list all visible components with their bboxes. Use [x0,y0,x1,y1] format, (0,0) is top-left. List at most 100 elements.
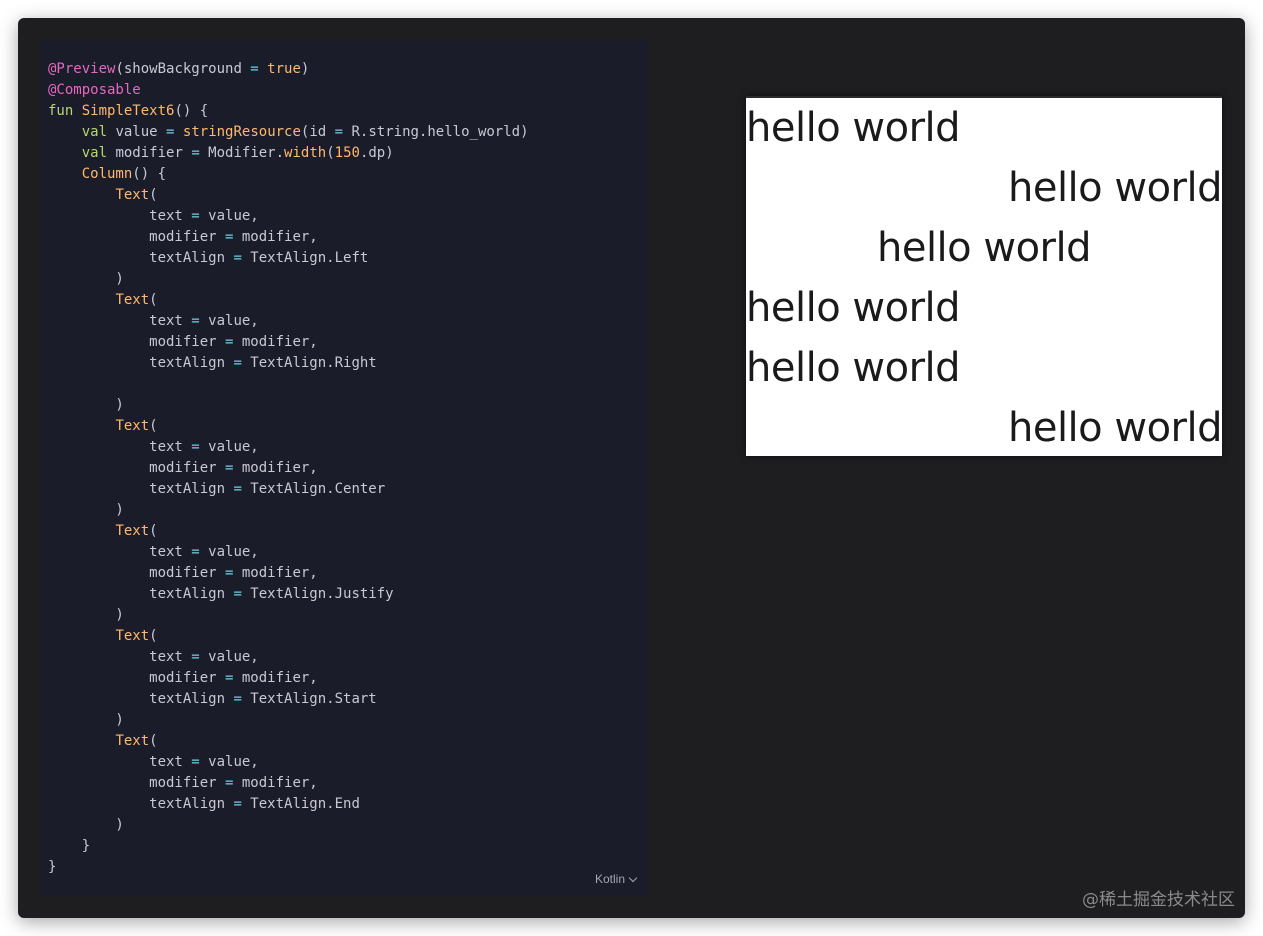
code-token: modifier, [233,460,318,476]
code-token: text [48,649,192,665]
code-token: (showBackground [115,61,251,77]
code-token: true [267,61,301,77]
code-line: modifier = modifier, [48,563,529,584]
code-token: textAlign [48,481,234,497]
code-line: modifier = modifier, [48,773,529,794]
code-token: 150 [334,145,360,161]
code-token: ( [149,523,158,539]
code-token: value, [199,649,259,665]
code-token: Text [115,628,150,644]
code-token: value, [199,544,259,560]
code-line: Text( [48,290,529,311]
code-token: = [233,355,242,371]
code-line: ) [48,815,529,836]
code-token: ) [48,397,124,413]
code-line: ) [48,395,529,416]
language-label: Kotlin [594,872,625,886]
code-line: textAlign = TextAlign.Start [48,689,529,710]
code-line: textAlign = TextAlign.End [48,794,529,815]
code-token: = [191,439,200,455]
code-line: text = value, [48,647,529,668]
code-token: Column [81,166,133,182]
code-token: modifier [48,460,226,476]
code-token: TextAlign.End [241,796,360,812]
code-line: ) [48,500,529,521]
code-token: modifier [48,229,226,245]
code-line: val modifier = Modifier.width(150.dp) [48,143,529,164]
code-token: fun [48,103,74,119]
code-token: value, [199,439,259,455]
code-line: @Composable [48,80,529,101]
code-token: = [191,208,200,224]
preview-text-line: hello world [1007,165,1223,211]
code-line: } [48,857,529,878]
code-line: Text( [48,416,529,437]
language-selector[interactable]: Kotlin [594,872,638,886]
code-token: (id [300,124,335,140]
code-token: modifier, [233,229,318,245]
code-token: ) [48,712,124,728]
code-line: modifier = modifier, [48,227,529,248]
preview-text-line: hello world [746,105,961,151]
code-token: text [48,439,192,455]
code-token: @Composable [48,82,141,98]
preview-text-line: hello world [746,345,961,391]
code-token: = [191,649,200,665]
code-token: () { [132,166,167,182]
code-line: modifier = modifier, [48,458,529,479]
code-token: modifier, [233,670,318,686]
code-token: = [191,754,200,770]
code-line: textAlign = TextAlign.Center [48,479,529,500]
preview-text-line: hello world [1007,405,1223,451]
code-token: stringResource [182,124,301,140]
code-line: textAlign = TextAlign.Left [48,248,529,269]
code-token: TextAlign.Left [241,250,369,266]
code-line: ) [48,605,529,626]
code-token: .dp) [359,145,394,161]
code-line: text = value, [48,752,529,773]
code-token: ( [326,145,335,161]
code-token: ) [300,61,310,77]
code-token: ) [48,607,124,623]
code-line: ) [48,710,529,731]
code-token: text [48,208,192,224]
code-token: modifier [48,565,226,581]
code-token: val [81,145,108,161]
code-line: Column() { [48,164,529,185]
code-line: textAlign = TextAlign.Right [48,353,529,374]
code-token: = [233,481,242,497]
code-line: Text( [48,731,529,752]
code-token: TextAlign.Center [241,481,386,497]
watermark: @稀土掘金技术社区 [1082,890,1235,910]
code-token: modifier, [233,334,318,350]
code-token: text [48,754,192,770]
screenshot-window: @Preview(showBackground = true) @Composab… [18,18,1245,918]
code-token: R.string.hello_world) [343,124,529,140]
code-token: textAlign [48,691,234,707]
code-token: textAlign [48,796,234,812]
code-token: = [191,544,200,560]
code-token: modifier [48,775,226,791]
code-token: = [233,250,242,266]
code-line: textAlign = TextAlign.Justify [48,584,529,605]
preview-text-line: hello world [746,285,961,331]
code-line: modifier = modifier, [48,668,529,689]
code-token: Text [115,523,150,539]
code-line: Text( [48,521,529,542]
code-token: textAlign [48,250,234,266]
code-token: text [48,313,192,329]
code-token: TextAlign.Right [241,355,377,371]
code-token: val [81,124,108,140]
code-token: ( [149,418,158,434]
code-token: Modifier. [199,145,285,161]
code-token: modifier [107,145,192,161]
code-token: TextAlign.Start [241,691,377,707]
code-line: text = value, [48,206,529,227]
code-token: value, [199,208,259,224]
